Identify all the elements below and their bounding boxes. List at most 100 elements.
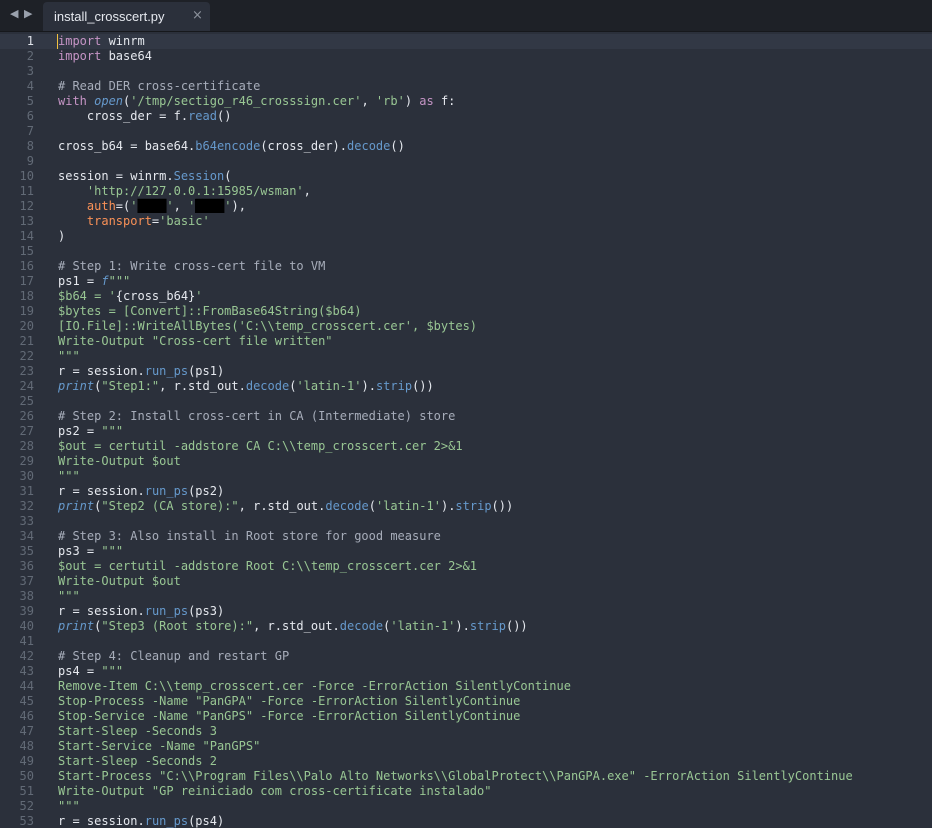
code-token: ps3 [58, 544, 87, 558]
line-number: 8 [26, 139, 34, 153]
code-token: (cross_der). [260, 139, 348, 153]
code-token: decode [339, 619, 384, 633]
code-line[interactable]: auth=('████', '████'), [58, 199, 246, 214]
code-token: session. [79, 814, 145, 828]
code-line[interactable]: $out = certutil -addstore CA C:\\temp_cr… [58, 439, 463, 454]
code-line[interactable]: print ("Step2 (CA store):", r.std_out.dec… [58, 499, 513, 514]
code-token: session. [79, 364, 145, 378]
code-line[interactable]: r = session.run_ps(ps2) [58, 484, 224, 499]
close-icon[interactable]: × [192, 8, 203, 23]
code-line[interactable]: Write-Output "Cross-cert file written" [58, 334, 333, 349]
code-token: ()) [491, 499, 514, 513]
code-line[interactable]: ) [58, 229, 65, 244]
code-line[interactable]: """ [58, 469, 80, 484]
code-line[interactable]: 'http://127.0.0.1:15985/wsman', [58, 184, 311, 199]
line-number: 23 [19, 364, 34, 378]
code-line[interactable]: # Step 3: Also install in Root store for… [58, 529, 441, 544]
code-token: = [72, 364, 80, 378]
code-line[interactable]: """ [58, 349, 80, 364]
code-token: ' [130, 199, 138, 213]
code-line[interactable]: $b64 = '{cross_b64}' [58, 289, 203, 304]
code-token: = [72, 484, 80, 498]
code-token: print [58, 379, 95, 393]
code-line[interactable]: $out = certutil -addstore Root C:\\temp_… [58, 559, 477, 574]
code-token: ()) [412, 379, 434, 393]
code-line[interactable]: """ [58, 589, 80, 604]
code-line[interactable]: # Step 1: Write cross-cert file to VM [58, 259, 325, 274]
code-line[interactable]: # Read DER cross-certificate [58, 79, 260, 94]
code-line[interactable]: import base64 [58, 49, 152, 64]
tab-bar: ◀ ▶ install_crosscert.py × [0, 0, 932, 32]
code-line[interactable]: cross_der = f.read() [58, 109, 232, 124]
line-number: 30 [19, 469, 34, 483]
code-token: ( [224, 169, 232, 183]
code-token: ). [440, 499, 456, 513]
code-line[interactable]: # Step 4: Cleanup and restart GP [58, 649, 289, 664]
code-token: """ [94, 664, 124, 678]
code-token: (ps4) [188, 814, 225, 828]
code-line[interactable]: Write-Output $out [58, 454, 181, 469]
code-line[interactable]: import winrm [58, 34, 145, 49]
line-number: 12 [19, 199, 34, 213]
code-line[interactable]: [IO.File]::WriteAllBytes('C:\\temp_cross… [58, 319, 477, 334]
code-token: ()) [505, 619, 528, 633]
code-token: run_ps [144, 604, 189, 618]
code-line[interactable]: """ [58, 799, 80, 814]
back-arrow-icon[interactable]: ◀ [10, 7, 18, 20]
line-number-gutter: 1 2 3 4 5 6 7 8 9 10 11 12 13 14 15 16 17 18 19 20 21 22 23 24 2… [0, 32, 44, 828]
line-number: 4 [26, 79, 34, 93]
tab-install-crosscert[interactable]: install_crosscert.py × [43, 2, 210, 31]
code-line[interactable]: session = winrm.Session( [58, 169, 231, 184]
code-editor[interactable]: 1 2 3 4 5 6 7 8 9 10 11 12 13 14 15 16 17 18 19 20 21 22 23 24 2… [0, 32, 932, 828]
line-number: 22 [19, 349, 34, 363]
line-number: 43 [19, 664, 34, 678]
code-token: r [58, 604, 73, 618]
code-token: 'rb' [375, 94, 405, 108]
code-line[interactable]: Start-Sleep -Seconds 2 [58, 754, 217, 769]
forward-arrow-icon[interactable]: ▶ [24, 7, 32, 20]
code-line[interactable]: # Step 2: Install cross-cert in CA (Inte… [58, 409, 455, 424]
code-line[interactable]: print("Step3 (Root store):", r.std_out.d… [58, 619, 528, 634]
code-token: # Step 2: Install cross-cert in CA (Inte… [58, 409, 456, 423]
code-line[interactable]: print("Step1:", r.std_out.decode('latin-… [58, 379, 434, 394]
code-token: f [101, 274, 109, 288]
code-line[interactable]: $bytes = [Convert]::FromBase64String($b6… [58, 304, 361, 319]
code-line[interactable]: r = session.run_ps(ps4) [58, 814, 224, 828]
code-line[interactable]: ps1 = f""" [58, 274, 130, 289]
code-line[interactable]: Stop-Service -Name "PanGPS" -Force -Erro… [58, 709, 520, 724]
redacted-text: ████ [195, 199, 225, 213]
code-token: = [72, 814, 80, 828]
code-line[interactable]: Start-Sleep -Seconds 3 [58, 724, 217, 739]
code-token: base64 [101, 49, 152, 63]
line-number: 16 [19, 259, 34, 273]
code-line[interactable]: ps3 = """ [58, 544, 123, 559]
code-token: $bytes = [Convert]::FromBase64String($b6… [58, 304, 362, 318]
code-token: run_ps [144, 814, 189, 828]
line-number: 38 [19, 589, 34, 603]
code-token: , [303, 184, 311, 198]
line-number: 44 [19, 679, 34, 693]
code-line[interactable]: cross_b64 = base64.b64encode(cross_der).… [58, 139, 405, 154]
code-line[interactable]: Write-Output "GP reiniciado com cross-ce… [58, 784, 491, 799]
code-token: Start-Sleep -Seconds 3 [58, 724, 217, 738]
line-number: 52 [19, 799, 34, 813]
code-token: """ [58, 469, 80, 483]
code-line[interactable]: Start-Service -Name "PanGPS" [58, 739, 260, 754]
code-token: ' [195, 289, 203, 303]
code-line[interactable]: Write-Output $out [58, 574, 181, 589]
code-line[interactable]: with open('/tmp/sectigo_r46_crosssign.ce… [58, 94, 455, 109]
code-token: # Step 1: Write cross-cert file to VM [58, 259, 326, 273]
line-number: 47 [19, 724, 34, 738]
code-line[interactable]: ps4 = """ [58, 664, 123, 679]
code-line[interactable]: Remove-Item C:\\temp_crosscert.cer -Forc… [58, 679, 571, 694]
code-line[interactable]: Start-Process "C:\\Program Files\\Palo A… [58, 769, 853, 784]
code-token: Start-Sleep -Seconds 2 [58, 754, 217, 768]
code-token: # Step 4: Cleanup and restart GP [58, 649, 290, 663]
code-token: Start-Process "C:\\Program Files\\Palo A… [58, 769, 853, 783]
code-line[interactable]: transport='basic' [58, 214, 210, 229]
code-line[interactable]: Stop-Process -Name "PanGPA" -Force -Erro… [58, 694, 520, 709]
code-line[interactable]: ps2 = """ [58, 424, 123, 439]
code-token: ). [361, 379, 376, 393]
code-line[interactable]: r = session.run_ps(ps3) [58, 604, 224, 619]
code-line[interactable]: r = session.run_ps(ps1) [58, 364, 224, 379]
